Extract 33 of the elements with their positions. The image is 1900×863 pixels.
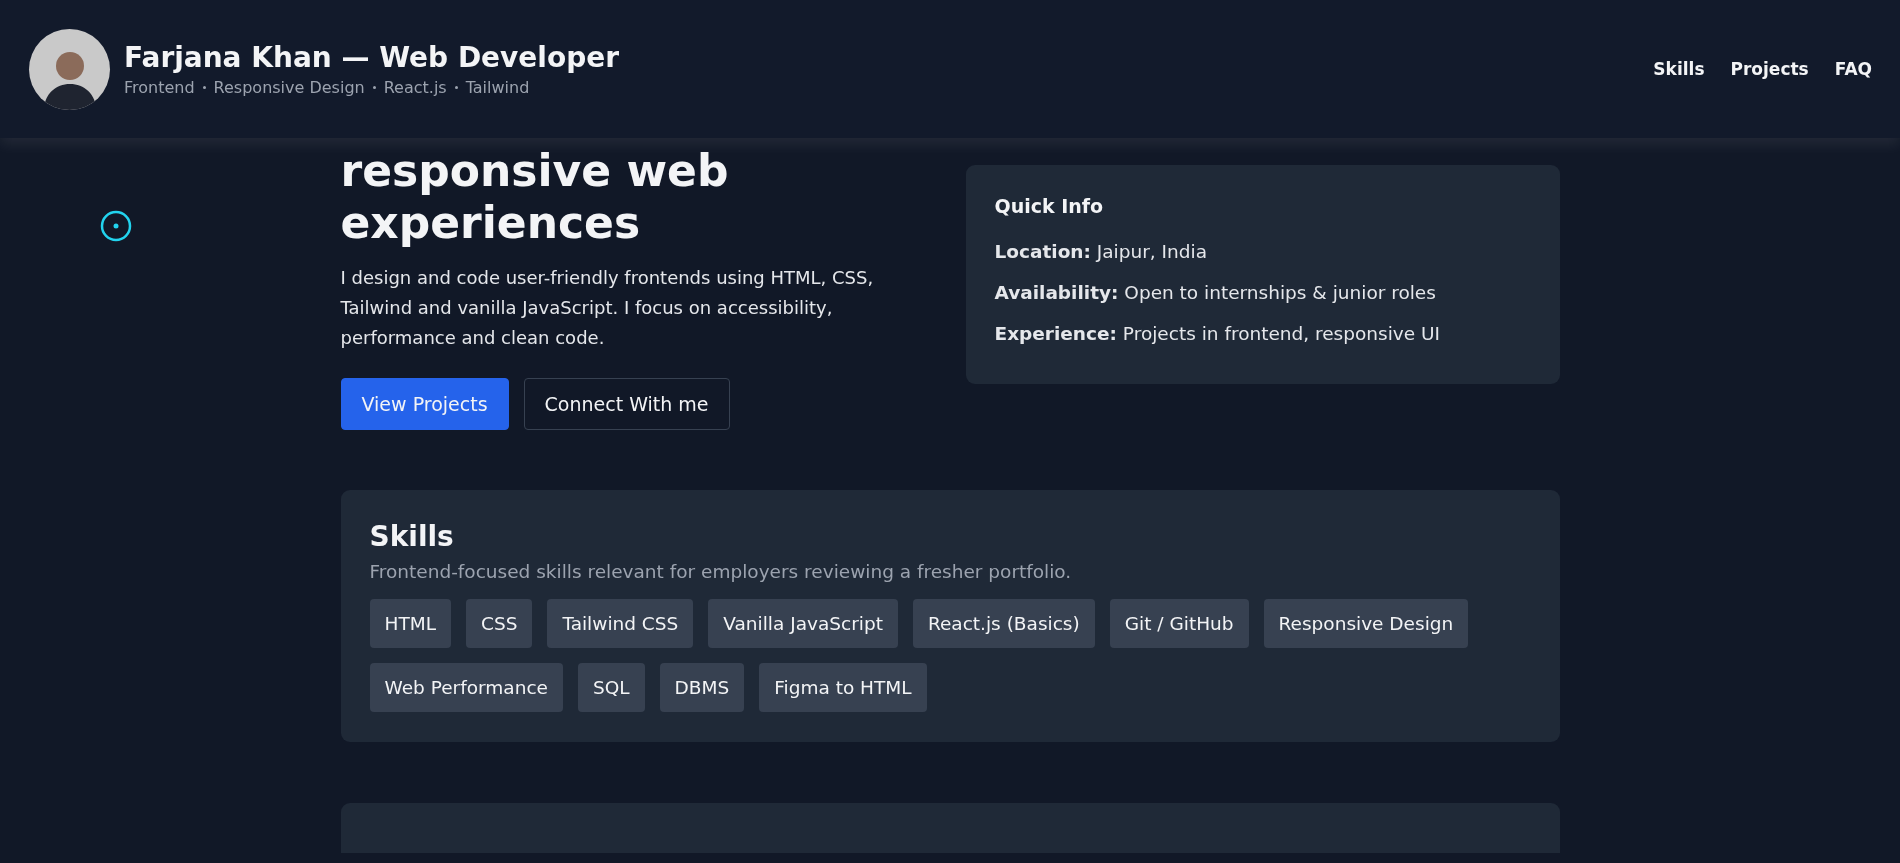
- skill-tag: HTML: [369, 599, 451, 648]
- skill-tag: Responsive Design: [1263, 599, 1469, 648]
- nav-link[interactable]: Projects: [1730, 59, 1809, 79]
- site-title: Farjana Khan — Web Developer: [124, 41, 620, 74]
- card-title: Quick Info: [994, 195, 1105, 217]
- info-line: Experience: Projects in frontend, responsive UI: [994, 322, 1442, 346]
- section-title: Skills: [369, 520, 455, 553]
- hero-description: I design and code user-friendly frontends using HTML, CSS, Tailwind and vanilla JavaScript. I focus on accessibility, performance and clean code.: [340, 266, 875, 350]
- tagline-item: React.js: [383, 78, 447, 97]
- skill-tag: DBMS: [659, 663, 745, 712]
- skill-tag: Vanilla JavaScript: [708, 599, 898, 648]
- nav-link[interactable]: Skills: [1653, 59, 1705, 79]
- skill-tag: Web Performance: [369, 663, 563, 712]
- tagline-item: Responsive Design: [213, 78, 365, 97]
- skill-tag: SQL: [577, 663, 645, 712]
- skill-tag: Git / GitHub: [1109, 599, 1249, 648]
- separator-dot: [372, 86, 376, 89]
- view-projects-button[interactable]: View Projects: [340, 378, 509, 430]
- info-line: Availability: Open to internships & junior roles: [994, 281, 1437, 305]
- info-line: Location: Jaipur, India: [994, 240, 1208, 264]
- skill-tag: Figma to HTML: [759, 663, 927, 712]
- skill-tag: CSS: [466, 599, 533, 648]
- tagline-item: Tailwind: [465, 78, 530, 97]
- tagline-item: Frontend: [124, 78, 195, 97]
- connect-button[interactable]: Connect With me: [523, 378, 730, 430]
- separator-dot: [202, 86, 206, 89]
- section-subtitle: Frontend-focused skills relevant for employers reviewing a fresher portfolio.: [369, 561, 1073, 582]
- cursor-icon: [99, 210, 132, 242]
- separator-dot: [454, 86, 458, 89]
- hero-title: responsive web experiences: [340, 145, 730, 249]
- skill-tag: React.js (Basics): [912, 599, 1095, 648]
- nav-link[interactable]: FAQ: [1834, 59, 1872, 79]
- skill-tag: Tailwind CSS: [547, 599, 694, 648]
